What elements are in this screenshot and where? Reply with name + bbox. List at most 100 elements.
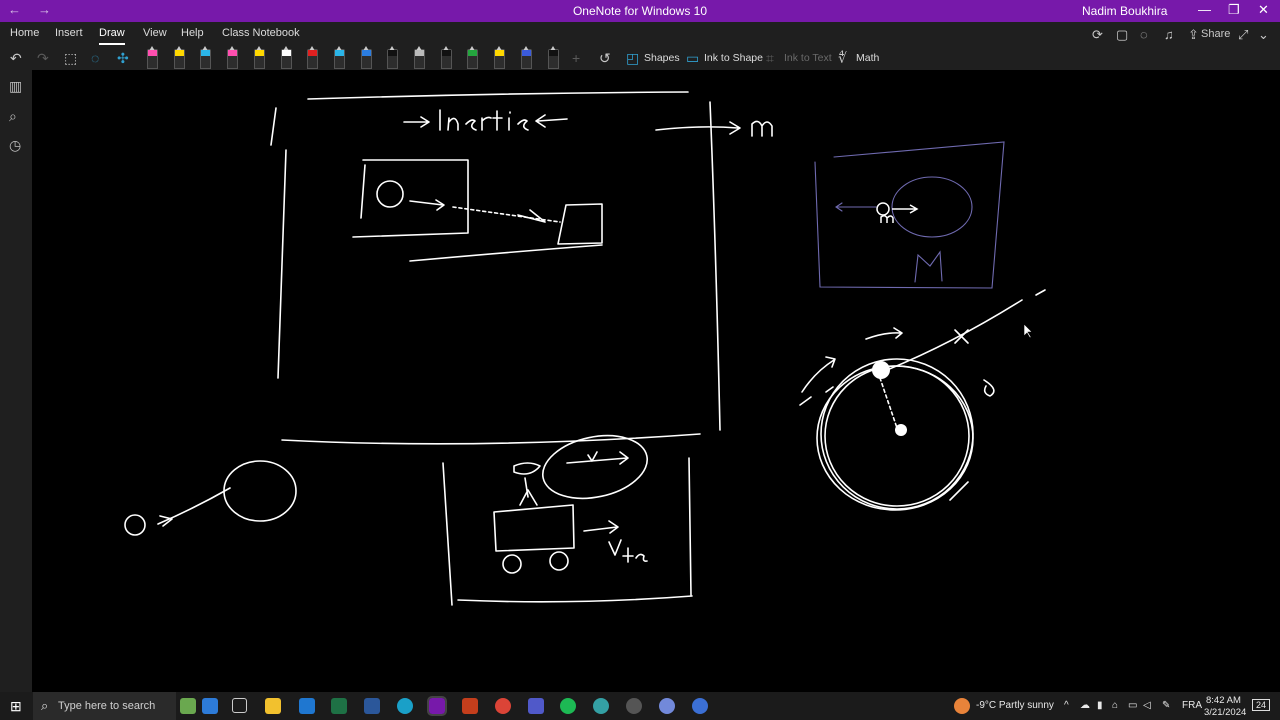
clock-date[interactable]: 3/21/2024 xyxy=(1204,707,1246,718)
mic-icon[interactable]: ▮ xyxy=(1097,700,1103,711)
spotify-icon[interactable] xyxy=(560,698,576,714)
mouse-cursor xyxy=(1023,323,1033,339)
windows-start-icon[interactable]: ⊞ xyxy=(10,698,22,715)
pen-6[interactable] xyxy=(280,46,292,69)
train-frame-right xyxy=(688,457,692,596)
word-icon[interactable] xyxy=(364,698,380,714)
train-frame-left xyxy=(442,462,453,606)
discord-icon[interactable] xyxy=(659,698,675,714)
tray-chevron-icon[interactable]: ^ xyxy=(1064,700,1069,711)
notification-badge[interactable]: 24 xyxy=(1252,699,1271,711)
lasso-select-icon[interactable]: ⬚ xyxy=(64,50,77,67)
recent-icon[interactable]: ◷ xyxy=(9,137,21,154)
ink-to-shape-button[interactable]: Ink to Shape xyxy=(704,52,763,64)
orbiting-mass xyxy=(872,361,890,379)
minimize-button[interactable]: — xyxy=(1198,2,1211,17)
onenote-icon[interactable] xyxy=(427,696,447,716)
draw-toolbar: ↶ ↷ ⬚ ◌ ✣ + ↺ ◰ Shapes ▭ Ink to Shape ⌗ … xyxy=(0,46,1280,70)
volume-icon[interactable]: ◁ xyxy=(1143,700,1151,711)
pen-icon[interactable]: ✎ xyxy=(1162,700,1170,711)
train-frame-bottom xyxy=(457,595,693,603)
tab-class-notebook[interactable]: Class Notebook xyxy=(222,27,300,39)
cloud-icon[interactable]: ☁ xyxy=(1080,700,1090,711)
faint-sketch xyxy=(814,141,1005,289)
ink-replay-icon[interactable]: ↺ xyxy=(599,50,611,67)
inertie-arrow-right xyxy=(535,114,568,128)
tab-home[interactable]: Home xyxy=(10,27,39,39)
orbit-circle-3 xyxy=(816,365,974,511)
ink-drawing xyxy=(124,91,1046,606)
pen-13[interactable] xyxy=(467,46,479,69)
pen-16[interactable] xyxy=(547,46,559,69)
pen-1[interactable] xyxy=(147,46,158,69)
share-button[interactable]: Share xyxy=(1201,28,1230,40)
pen-9[interactable] xyxy=(360,46,372,69)
teams-icon[interactable] xyxy=(528,698,544,714)
sync-icon[interactable]: ⟳ xyxy=(1092,27,1103,43)
shapes-icon[interactable]: ◰ xyxy=(626,50,639,67)
close-button[interactable]: ✕ xyxy=(1258,2,1269,18)
more-icon[interactable]: ⌄ xyxy=(1258,27,1269,43)
orbit-center xyxy=(895,424,907,436)
edge-icon[interactable] xyxy=(397,698,413,714)
undo-icon[interactable]: ↶ xyxy=(10,50,22,67)
math-icon[interactable]: ∜ xyxy=(838,50,847,67)
user-name[interactable]: Nadim Boukhira xyxy=(1082,4,1167,18)
inertie-arrow-left xyxy=(403,116,430,128)
pen-4[interactable] xyxy=(227,46,239,69)
network-icon[interactable]: ⌂ xyxy=(1112,700,1118,711)
lasso-icon[interactable]: ◌ xyxy=(91,50,99,66)
task-view-icon[interactable] xyxy=(232,698,247,713)
lightbulb-icon[interactable]: ◌ xyxy=(1140,27,1148,42)
weather-text[interactable]: -9°C Partly sunny xyxy=(976,700,1054,711)
search-icon[interactable]: ⌕ xyxy=(9,108,17,125)
file-explorer-icon[interactable] xyxy=(265,698,281,714)
app-icon[interactable] xyxy=(593,698,609,714)
clock-time[interactable]: 8:42 AM xyxy=(1206,695,1241,706)
tab-insert[interactable]: Insert xyxy=(55,27,83,39)
ball-arrow xyxy=(409,199,445,211)
small-box xyxy=(557,203,603,245)
bluetooth-icon[interactable]: ▭ xyxy=(1128,700,1137,711)
taskbar-search[interactable]: ⌕ Type here to search xyxy=(33,692,176,720)
pen-14[interactable] xyxy=(494,46,506,69)
search-placeholder: Type here to search xyxy=(58,700,156,712)
powerpoint-icon[interactable] xyxy=(462,698,478,714)
mail-icon[interactable] xyxy=(299,698,315,714)
tab-draw[interactable]: Draw xyxy=(99,27,125,45)
tab-view[interactable]: View xyxy=(143,27,167,39)
big-ball xyxy=(223,460,297,522)
page-canvas[interactable] xyxy=(32,70,1280,692)
excel-icon[interactable] xyxy=(331,698,347,714)
app2-icon[interactable] xyxy=(692,698,708,714)
bell-icon[interactable]: ♫ xyxy=(1164,27,1174,42)
pen-8[interactable] xyxy=(333,46,345,69)
settings-icon[interactable] xyxy=(626,698,642,714)
pen-11[interactable] xyxy=(414,46,425,69)
shapes-button[interactable]: Shapes xyxy=(644,52,680,64)
fullscreen-icon[interactable]: ⤢ xyxy=(1238,27,1248,43)
pen-5[interactable] xyxy=(253,46,265,69)
maximize-button[interactable]: ❐ xyxy=(1228,2,1240,18)
cortana-icon[interactable] xyxy=(202,698,218,714)
pen-3[interactable] xyxy=(200,46,212,69)
chrome-icon[interactable] xyxy=(495,698,511,714)
frame-top-stroke xyxy=(307,91,689,100)
share-icon[interactable]: ⇪ xyxy=(1188,27,1199,43)
widget-icon[interactable] xyxy=(180,698,196,714)
page-view-icon[interactable]: ▢ xyxy=(1116,27,1128,43)
pen-7[interactable] xyxy=(307,46,319,69)
pen-15[interactable] xyxy=(520,46,532,69)
language-indicator[interactable]: FRA xyxy=(1182,700,1202,711)
pen-2[interactable] xyxy=(173,46,185,69)
weather-icon[interactable] xyxy=(954,698,970,714)
train-wheel-left xyxy=(502,554,522,574)
ball-circle xyxy=(376,180,404,208)
math-button[interactable]: Math xyxy=(856,52,879,64)
pen-10[interactable] xyxy=(387,46,399,69)
pen-12[interactable] xyxy=(440,46,452,69)
notebooks-icon[interactable]: ▥ xyxy=(9,78,22,95)
ink-to-shape-icon[interactable]: ▭ xyxy=(686,50,699,67)
add-space-icon[interactable]: ✣ xyxy=(117,50,129,67)
tab-help[interactable]: Help xyxy=(181,27,204,39)
